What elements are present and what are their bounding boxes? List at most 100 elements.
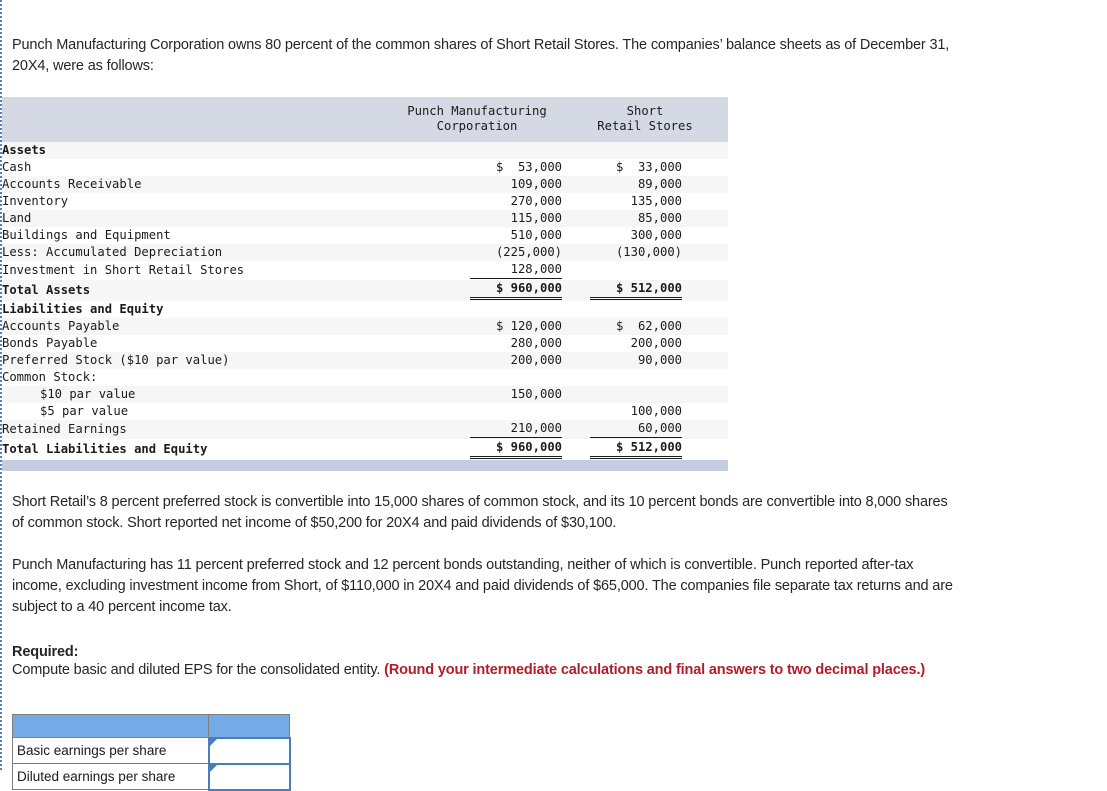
table-row: Common Stock:: [2, 368, 728, 386]
table-row: Less: Accumulated Depreciation (225,000) (…: [2, 243, 728, 261]
row-value-punch: 210,000: [392, 419, 562, 439]
value-text: 200,000: [630, 335, 682, 350]
required-body-emphasis: (Round your intermediate calculations an…: [384, 661, 926, 678]
required-body-plain: Compute basic and diluted EPS for the co…: [12, 661, 385, 678]
answer-input-cell[interactable]: [207, 736, 291, 765]
row-value-short: 200,000: [562, 334, 728, 352]
row-value-short: $ 33,000: [562, 158, 728, 176]
value-text: 109,000: [510, 176, 562, 191]
row-label: Bonds Payable: [2, 334, 392, 352]
value-text: $ 62,000: [615, 318, 682, 333]
table-row: Accounts Receivable 109,000 89,000: [2, 175, 728, 193]
row-value-punch: $ 960,000: [392, 438, 562, 460]
paragraph-short-details: Short Retail’s 8 percent preferred stock…: [12, 493, 948, 531]
row-value-punch: 109,000: [392, 175, 562, 193]
row-value-short: $ 62,000: [562, 317, 728, 335]
required-heading: Required:: [12, 643, 79, 660]
answer-table-container: Basic earnings per share Diluted earnings…: [2, 713, 1107, 791]
answer-row-label: Basic earnings per share: [12, 737, 209, 764]
cell-marker-icon: [209, 738, 217, 746]
row-label: Assets: [2, 141, 392, 159]
row-label: Total Assets: [2, 279, 392, 301]
table-row: Buildings and Equipment 510,000 300,000: [2, 226, 728, 244]
value-text: 510,000: [510, 227, 562, 242]
cell-marker-icon: [209, 764, 217, 772]
answer-header-value-cell: [208, 713, 290, 738]
table-row: Retained Earnings 210,000 60,000: [2, 419, 728, 439]
answer-table: Basic earnings per share Diluted earnings…: [12, 713, 291, 791]
row-label: Liabilities and Equity: [2, 300, 392, 318]
table-row: Total Assets $ 960,000 $ 512,000: [2, 279, 728, 301]
answer-table-body: Basic earnings per share Diluted earnings…: [12, 713, 291, 791]
required-body: Compute basic and diluted EPS for the co…: [2, 660, 1107, 681]
value-text: 280,000: [510, 335, 562, 350]
row-value-punch: 128,000: [392, 260, 562, 280]
value-text: 200,000: [510, 352, 562, 367]
column-header-punch-line1: Punch Manufacturing: [407, 103, 547, 118]
row-label: Retained Earnings: [2, 419, 392, 439]
answer-input-cell[interactable]: [207, 762, 291, 791]
row-value-short: (130,000): [562, 243, 728, 261]
table-row: Bonds Payable 280,000 200,000: [2, 334, 728, 352]
value-text: 300,000: [630, 227, 682, 242]
table-row: Cash $ 53,000 $ 33,000: [2, 158, 728, 176]
answer-row: Basic earnings per share: [12, 736, 291, 765]
table-header-row: Punch Manufacturing Corporation Short Re…: [2, 96, 728, 142]
value-text: 128,000: [470, 262, 562, 279]
balance-sheet-body: Assets Cash $ 53,000 $ 33,000 Accounts Recei…: [2, 141, 728, 460]
row-label: Investment in Short Retail Stores: [2, 260, 392, 280]
row-value-short: 60,000: [562, 419, 728, 439]
row-value-punch: [392, 402, 562, 420]
row-label: Accounts Receivable: [2, 175, 392, 193]
balance-sheet-table: Punch Manufacturing Corporation Short Re…: [2, 96, 728, 460]
value-text: 85,000: [637, 210, 682, 225]
column-header-punch: Punch Manufacturing Corporation: [392, 96, 562, 142]
row-value-punch: $ 53,000: [392, 158, 562, 176]
row-label: Less: Accumulated Depreciation: [2, 243, 392, 261]
page-container: Punch Manufacturing Corporation owns 80 …: [0, 0, 1107, 791]
value-text: (130,000): [615, 244, 682, 259]
row-value-short: $ 512,000: [562, 438, 728, 460]
row-value-short: 135,000: [562, 192, 728, 210]
row-value-short: 100,000: [562, 402, 728, 420]
row-label: Inventory: [2, 192, 392, 210]
value-text: 135,000: [630, 193, 682, 208]
row-value-short: 300,000: [562, 226, 728, 244]
answer-row-label: Diluted earnings per share: [12, 763, 209, 790]
balance-sheet-footer-bar: [2, 459, 728, 471]
row-value-punch: [392, 368, 562, 386]
row-label: $10 par value: [2, 385, 392, 403]
row-value-short: [562, 385, 728, 403]
row-value-punch: 150,000: [392, 385, 562, 403]
value-text: 150,000: [510, 386, 562, 401]
row-label: Common Stock:: [2, 368, 392, 386]
value-text: $ 960,000: [470, 281, 562, 300]
row-value-short: 89,000: [562, 175, 728, 193]
answer-row: Diluted earnings per share: [12, 762, 291, 791]
row-label: $5 par value: [2, 402, 392, 420]
row-label: Buildings and Equipment: [2, 226, 392, 244]
column-header-punch-line2: Corporation: [436, 118, 518, 133]
table-row: $5 par value 100,000: [2, 402, 728, 420]
value-text: $ 512,000: [590, 281, 682, 300]
balance-sheet-header: Punch Manufacturing Corporation Short Re…: [2, 96, 728, 142]
row-value-punch: $ 120,000: [392, 317, 562, 335]
row-label: Total Liabilities and Equity: [2, 438, 392, 460]
table-row: $10 par value 150,000: [2, 385, 728, 403]
column-header-short-line2: Retail Stores: [597, 118, 693, 133]
row-label: Accounts Payable: [2, 317, 392, 335]
row-value-punch: 270,000: [392, 192, 562, 210]
row-value-punch: (225,000): [392, 243, 562, 261]
value-text: 89,000: [637, 176, 682, 191]
row-value-short: 90,000: [562, 351, 728, 369]
intro-paragraph: Punch Manufacturing Corporation owns 80 …: [12, 36, 950, 74]
value-text: $ 120,000: [495, 318, 562, 333]
column-header-short: Short Retail Stores: [562, 96, 728, 142]
balance-sheet-container: Punch Manufacturing Corporation Short Re…: [2, 96, 728, 471]
row-value-punch: 200,000: [392, 351, 562, 369]
row-value-short: [562, 300, 728, 318]
value-text: $ 960,000: [470, 440, 562, 459]
answer-table-header-row: [12, 713, 290, 738]
value-text: 270,000: [510, 193, 562, 208]
answer-header-label-cell: [12, 713, 209, 738]
